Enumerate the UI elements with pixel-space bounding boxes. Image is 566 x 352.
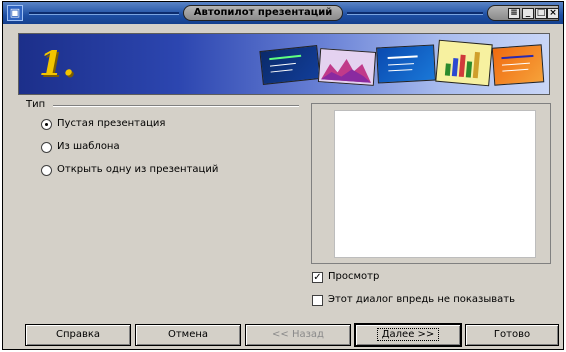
type-group-label: Тип [26, 99, 46, 110]
close-icon[interactable]: × [547, 8, 559, 19]
slide-thumbnail-icon [317, 48, 377, 86]
radio-label-from-template[interactable]: Из шаблона [57, 141, 120, 152]
preview-panel [311, 103, 551, 264]
slide-thumbnail-icon [491, 44, 545, 86]
shade-icon[interactable]: ≡ [508, 8, 520, 19]
cancel-button-label: Отмена [167, 329, 209, 340]
presentation-app-icon[interactable]: ▣ [7, 5, 23, 21]
preview-checkbox-label[interactable]: Просмотр [328, 271, 379, 282]
preview-checkbox[interactable]: ✓ [312, 272, 323, 283]
group-separator [53, 105, 299, 107]
next-button[interactable]: Далее >> [354, 323, 462, 347]
minimize-icon[interactable]: _ [522, 8, 534, 19]
chart-slide-icon [435, 39, 493, 87]
back-button-label: << Назад [272, 329, 324, 340]
autopilot-dialog: ▣ Автопилот презентаций ≡ _ □ × 1. Тип П… [2, 1, 564, 350]
cancel-button[interactable]: Отмена [135, 324, 241, 346]
maximize-icon[interactable]: □ [535, 8, 547, 19]
slide-thumbnail-icon [259, 45, 321, 85]
window-controls: ≡ _ □ × [487, 5, 559, 21]
finish-button-label: Готово [493, 329, 531, 340]
finish-button[interactable]: Готово [465, 324, 559, 346]
help-button-label: Справка [55, 329, 101, 340]
radio-label-blank-presentation[interactable]: Пустая презентация [57, 118, 165, 129]
radio-open-presentation[interactable] [41, 165, 52, 176]
help-button[interactable]: Справка [25, 324, 131, 346]
back-button[interactable]: << Назад [245, 324, 351, 346]
radio-from-template[interactable] [41, 142, 52, 153]
radio-label-open-presentation[interactable]: Открыть одну из презентаций [57, 164, 218, 175]
wizard-banner: 1. [18, 33, 550, 95]
dont-show-checkbox-label[interactable]: Этот диалог впредь не показывать [328, 294, 515, 305]
window-title: Автопилот презентаций [183, 5, 343, 21]
title-bar-stripe [29, 12, 179, 15]
dont-show-checkbox[interactable] [312, 295, 323, 306]
title-bar[interactable]: ▣ Автопилот презентаций ≡ _ □ × [3, 2, 563, 24]
title-bar-stripe [347, 12, 483, 15]
slide-thumbnail-icon [376, 44, 436, 84]
radio-blank-presentation[interactable] [41, 119, 52, 130]
step-number: 1. [39, 44, 75, 84]
next-button-label: Далее >> [376, 328, 440, 341]
preview-page [334, 110, 536, 258]
